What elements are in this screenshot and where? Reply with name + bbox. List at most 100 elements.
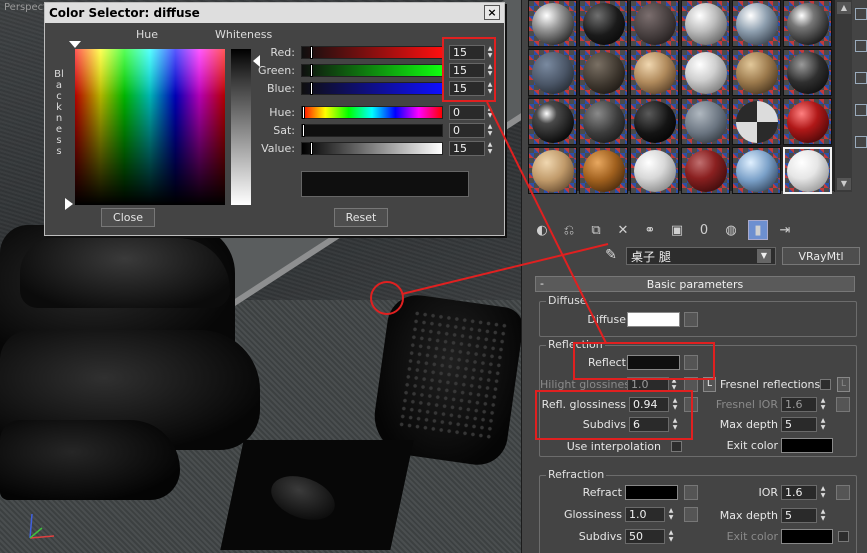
reset-map-icon[interactable]: ✕ [613,220,633,240]
refr-max-depth-spinner-icon[interactable]: ▲ ▼ [818,508,828,523]
hilight-glossiness-spinner-icon[interactable]: ▲ ▼ [669,377,679,392]
use-interpolation-checkbox[interactable] [671,441,682,452]
value-spinner-icon[interactable]: ▲ ▼ [485,141,495,156]
sample-slot-active[interactable] [783,147,832,194]
options-icon[interactable] [855,104,867,116]
material-type-button[interactable]: VRayMtl [782,247,860,265]
refract-color-swatch[interactable] [625,485,678,500]
sample-slot[interactable] [732,147,781,194]
fresnel-ior-field[interactable]: 1.6 [781,397,817,412]
red-value-field[interactable]: 15 [449,45,485,60]
sample-slot[interactable] [630,98,679,145]
refl-max-depth-spinner-icon[interactable]: ▲ ▼ [818,417,828,432]
fresnel-lock-button[interactable]: L [837,377,850,392]
refr-subdivs-spinner-icon[interactable]: ▲ ▼ [666,529,676,544]
sat-slider-thumb[interactable] [302,124,305,137]
sample-type-icon[interactable] [855,8,867,20]
put-to-library-icon[interactable]: ▣ [667,220,687,240]
hue-value-field[interactable]: 0 [449,105,485,120]
refr-subdivs-field[interactable]: 50 [625,529,665,544]
dialog-close-icon[interactable]: × [484,5,500,20]
backlight-icon[interactable] [855,40,867,52]
sample-slot[interactable] [579,0,628,47]
red-spinner-icon[interactable]: ▲ ▼ [485,45,495,60]
pick-material-eyedropper-icon[interactable]: ✎ [602,247,620,265]
scroll-down-icon[interactable]: ▼ [837,178,851,190]
show-map-in-viewport-icon[interactable]: ◍ [721,220,741,240]
reset-button[interactable]: Reset [334,208,388,227]
refl-glossiness-map-button[interactable] [684,397,698,412]
refr-glossiness-field[interactable]: 1.0 [625,507,665,522]
sample-slot[interactable] [732,0,781,47]
basic-parameters-rollout-header[interactable]: - Basic parameters [535,276,855,292]
sample-slot[interactable] [528,98,577,145]
refr-exit-color-checkbox[interactable] [838,531,849,542]
refl-subdivs-spinner-icon[interactable]: ▲ ▼ [670,417,680,432]
ior-spinner-icon[interactable]: ▲ ▼ [818,485,828,500]
sample-slot[interactable] [732,49,781,96]
chevron-down-icon[interactable]: ▼ [757,249,771,263]
material-name-field[interactable]: 桌子 腿 ▼ [626,247,776,265]
refl-max-depth-field[interactable]: 5 [781,417,817,432]
sample-slot[interactable] [528,147,577,194]
sample-slot[interactable] [579,49,628,96]
refl-subdivs-field[interactable]: 6 [629,417,669,432]
sample-slot[interactable] [681,49,730,96]
refract-map-button[interactable] [684,485,698,500]
whiteness-slider[interactable] [231,49,251,205]
hilight-map-button[interactable] [684,377,698,392]
hue-slider-thumb[interactable] [302,106,305,119]
blue-value-field[interactable]: 15 [449,81,485,96]
rollout-collapse-icon[interactable]: - [540,277,544,290]
sample-slot[interactable] [783,49,832,96]
sample-slot[interactable] [579,98,628,145]
green-slider[interactable] [301,64,443,77]
sample-slot[interactable] [528,49,577,96]
sat-slider[interactable] [301,124,443,137]
make-preview-icon[interactable] [855,136,867,148]
hue-marker-icon[interactable] [69,41,81,48]
sample-slot[interactable] [783,98,832,145]
hilight-lock-button[interactable]: L [703,377,716,392]
value-slider[interactable] [301,142,443,155]
red-slider-thumb[interactable] [310,46,314,59]
ior-map-button[interactable] [836,485,850,500]
sample-slot[interactable] [681,0,730,47]
sat-spinner-icon[interactable]: ▲ ▼ [485,123,495,138]
fresnel-ior-spinner-icon[interactable]: ▲ ▼ [818,397,828,412]
fresnel-ior-map-button[interactable] [836,397,850,412]
green-spinner-icon[interactable]: ▲ ▼ [485,63,495,78]
blue-slider-thumb[interactable] [310,82,314,95]
get-material-icon[interactable]: ◐ [532,220,552,240]
refr-glossiness-spinner-icon[interactable]: ▲ ▼ [666,507,676,522]
reflect-map-button[interactable] [684,355,698,370]
blackness-marker-icon[interactable] [65,198,73,210]
refr-glossiness-map-button[interactable] [684,507,698,522]
sample-slot[interactable] [630,147,679,194]
material-effects-channel-icon[interactable]: 0 [694,220,714,240]
refl-glossiness-spinner-icon[interactable]: ▲ ▼ [670,397,680,412]
sample-slot-scrollbar[interactable]: ▲ ▼ [834,0,852,192]
hue-spinner-icon[interactable]: ▲ ▼ [485,105,495,120]
green-slider-thumb[interactable] [310,64,314,77]
refr-exit-color-swatch[interactable] [781,529,833,544]
show-end-result-icon[interactable]: ▮ [748,220,768,240]
assign-material-icon[interactable]: ⧉ [586,220,606,240]
green-value-field[interactable]: 15 [449,63,485,78]
refl-exit-color-swatch[interactable] [781,438,833,453]
diffuse-color-swatch[interactable] [627,312,680,327]
diffuse-map-button[interactable] [684,312,698,327]
dialog-titlebar[interactable]: Color Selector: diffuse [45,3,504,23]
refl-glossiness-field[interactable]: 0.94 [629,397,669,412]
hilight-glossiness-field[interactable]: 1.0 [627,377,669,392]
go-to-parent-icon[interactable]: ⇥ [775,220,795,240]
sample-slot[interactable] [681,98,730,145]
hue-blackness-picker[interactable] [75,49,225,205]
put-to-scene-icon[interactable]: ⎌ [559,220,579,240]
background-icon[interactable] [855,72,867,84]
reflect-color-swatch[interactable] [627,355,680,370]
sat-value-field[interactable]: 0 [449,123,485,138]
blue-slider[interactable] [301,82,443,95]
sample-slot[interactable] [630,0,679,47]
sample-slot[interactable] [630,49,679,96]
